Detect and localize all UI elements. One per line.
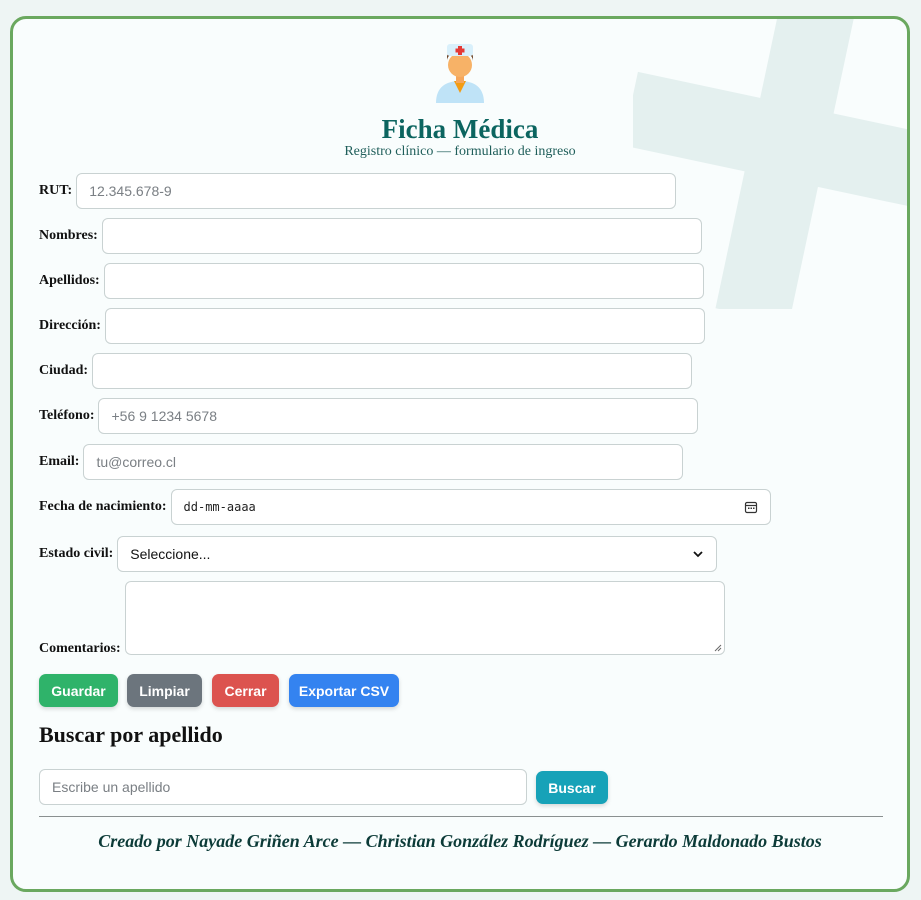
footer-credits: Creado por Nayade Griñen Arce — Christia… [98, 831, 822, 851]
apellidos-input[interactable] [103, 263, 704, 299]
nombres-row: Nombres: [39, 218, 702, 254]
rut-label: RUT: [39, 183, 73, 198]
page-subtitle: Registro clínico — formulario de ingreso [344, 144, 576, 159]
estado-civil-label: Estado civil: [39, 546, 114, 561]
ciudad-input[interactable] [92, 353, 693, 389]
search-input[interactable] [39, 769, 527, 805]
email-input[interactable] [83, 444, 684, 480]
buscar-button[interactable]: Buscar [536, 771, 608, 804]
email-row: Email: [39, 444, 684, 480]
ciudad-row: Ciudad: [39, 353, 693, 389]
header: Ficha Médica Registro clínico — formular… [13, 41, 907, 160]
direccion-input[interactable] [104, 308, 705, 344]
estado-civil-selected: Seleccione... [130, 546, 211, 562]
comentarios-label: Comentarios: [39, 641, 121, 656]
chevron-down-icon [693, 551, 703, 558]
direccion-label: Dirección: [39, 318, 101, 333]
search-title: Buscar por apellido [39, 722, 223, 747]
birthdate-input[interactable]: dd-mm-aaaa [170, 489, 771, 525]
guardar-button[interactable]: Guardar [39, 674, 118, 707]
calendar-icon[interactable] [744, 500, 758, 514]
fecha-label: Fecha de nacimiento: [39, 499, 167, 514]
exportar-csv-button[interactable]: Exportar CSV [289, 674, 399, 707]
cerrar-button[interactable]: Cerrar [212, 674, 279, 707]
nombres-input[interactable] [101, 218, 702, 254]
telefono-label: Teléfono: [39, 408, 95, 423]
telefono-row: Teléfono: [39, 398, 699, 434]
comentarios-row: Comentarios: [39, 581, 725, 656]
page-title: Ficha Médica [381, 114, 539, 144]
rut-row: RUT: [39, 173, 677, 209]
estado-civil-row: Estado civil: Seleccione... [39, 536, 718, 572]
rut-input[interactable] [76, 173, 677, 209]
telefono-input[interactable] [98, 398, 699, 434]
birthdate-value: dd-mm-aaaa [183, 500, 256, 514]
apellidos-row: Apellidos: [39, 263, 704, 299]
fecha-row: Fecha de nacimiento: dd-mm-aaaa [39, 489, 771, 525]
divider [39, 816, 883, 817]
resize-handle-icon[interactable] [714, 644, 722, 652]
direccion-row: Dirección: [39, 308, 705, 344]
email-label: Email: [39, 454, 80, 469]
comentarios-textarea[interactable] [124, 581, 725, 655]
form-card: Ficha Médica Registro clínico — formular… [10, 16, 910, 892]
ciudad-label: Ciudad: [39, 363, 89, 378]
limpiar-button[interactable]: Limpiar [127, 674, 202, 707]
nombres-label: Nombres: [39, 228, 98, 243]
estado-civil-select[interactable]: Seleccione... [117, 536, 718, 572]
apellidos-label: Apellidos: [39, 273, 100, 288]
doctor-icon [436, 44, 484, 103]
